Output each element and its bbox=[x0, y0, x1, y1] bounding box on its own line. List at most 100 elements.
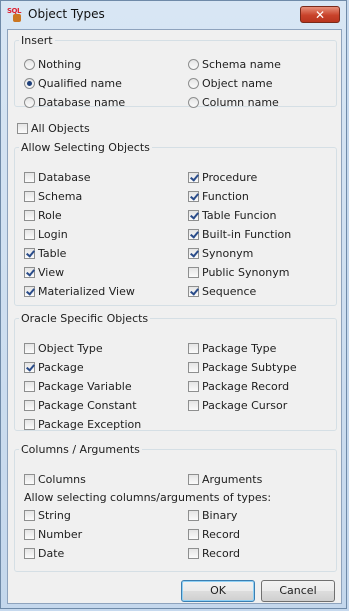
dialog-body: Insert Nothing Schema name Qualified name O… bbox=[7, 29, 342, 604]
package-exception-checkbox[interactable]: Package Exception bbox=[24, 417, 141, 433]
built-in-function-checkbox[interactable]: Built-in Function bbox=[188, 227, 291, 243]
checkbox-box bbox=[24, 361, 35, 373]
checkbox-box bbox=[24, 228, 35, 240]
columns-checkbox[interactable]: Columns bbox=[24, 472, 86, 488]
built-in-function-label: Built-in Function bbox=[202, 228, 292, 241]
checkbox-box bbox=[24, 266, 35, 278]
procedure-label: Procedure bbox=[202, 171, 258, 184]
column-name-label: Column name bbox=[202, 96, 279, 109]
object-name-label: Object name bbox=[202, 77, 273, 90]
materialized-view-label: Materialized View bbox=[38, 285, 135, 298]
package-subtype-checkbox[interactable]: Package Subtype bbox=[188, 360, 297, 376]
oracle-specific-legend: Oracle Specific Objects bbox=[21, 312, 149, 325]
qualified-name-radio[interactable]: Qualified name bbox=[24, 76, 122, 92]
record-checkbox[interactable]: Record bbox=[188, 527, 240, 543]
view-checkbox[interactable]: View bbox=[24, 265, 64, 281]
binary-checkbox[interactable]: Binary bbox=[188, 508, 237, 524]
package-cursor-checkbox[interactable]: Package Cursor bbox=[188, 398, 287, 414]
checkbox-box bbox=[188, 547, 199, 559]
sequence-checkbox[interactable]: Sequence bbox=[188, 284, 256, 300]
package-constant-label: Package Constant bbox=[38, 399, 137, 412]
checkbox-box bbox=[188, 361, 199, 373]
package-subtype-label: Package Subtype bbox=[202, 361, 297, 374]
package-constant-checkbox[interactable]: Package Constant bbox=[24, 398, 137, 414]
checkbox-box bbox=[24, 380, 35, 392]
view-label: View bbox=[38, 266, 65, 279]
columns-arguments-group: Columns / Arguments Columns Arguments Al… bbox=[14, 443, 337, 572]
package-type-checkbox[interactable]: Package Type bbox=[188, 341, 276, 357]
checkbox-box bbox=[188, 209, 199, 221]
function-label: Function bbox=[202, 190, 249, 203]
database-name-label: Database name bbox=[38, 96, 126, 109]
login-label: Login bbox=[38, 228, 68, 241]
all-objects-checkbox[interactable]: All Objects bbox=[17, 121, 90, 137]
record-checkbox[interactable]: Record bbox=[188, 546, 240, 562]
schema-name-radio[interactable]: Schema name bbox=[188, 57, 281, 73]
nothing-label: Nothing bbox=[38, 58, 82, 71]
function-checkbox[interactable]: Function bbox=[188, 189, 249, 205]
string-checkbox[interactable]: String bbox=[24, 508, 71, 524]
types-caption: Allow selecting columns/arguments of typ… bbox=[24, 491, 272, 504]
sequence-label: Sequence bbox=[202, 285, 257, 298]
qualified-name-label: Qualified name bbox=[38, 77, 122, 90]
login-checkbox[interactable]: Login bbox=[24, 227, 68, 243]
procedure-checkbox[interactable]: Procedure bbox=[188, 170, 257, 186]
table-funcion-checkbox[interactable]: Table Funcion bbox=[188, 208, 276, 224]
role-checkbox[interactable]: Role bbox=[24, 208, 62, 224]
object-type-label: Object Type bbox=[38, 342, 103, 355]
synonym-checkbox[interactable]: Synonym bbox=[188, 246, 253, 262]
package-record-checkbox[interactable]: Package Record bbox=[188, 379, 289, 395]
title-bar[interactable]: SQL Object Types ✕ bbox=[1, 1, 346, 29]
checkbox-box bbox=[24, 285, 35, 297]
radio-circle bbox=[188, 96, 199, 108]
allow-selecting-legend: Allow Selecting Objects bbox=[21, 141, 150, 154]
arguments-checkbox[interactable]: Arguments bbox=[188, 472, 262, 488]
database-label: Database bbox=[38, 171, 91, 184]
schema-name-label: Schema name bbox=[202, 58, 281, 71]
object-types-dialog: SQL Object Types ✕ Insert Nothing Schema … bbox=[0, 0, 347, 609]
radio-circle bbox=[188, 77, 199, 89]
role-label: Role bbox=[38, 209, 62, 222]
binary-label: Binary bbox=[202, 509, 238, 522]
date-label: Date bbox=[38, 547, 65, 560]
materialized-view-checkbox[interactable]: Materialized View bbox=[24, 284, 135, 300]
synonym-label: Synonym bbox=[202, 247, 254, 260]
object-name-radio[interactable]: Object name bbox=[188, 76, 273, 92]
checkbox-box bbox=[24, 342, 35, 354]
package-type-label: Package Type bbox=[202, 342, 277, 355]
checkbox-box bbox=[188, 247, 199, 259]
database-name-radio[interactable]: Database name bbox=[24, 95, 125, 111]
checkbox-box bbox=[24, 528, 35, 540]
package-record-label: Package Record bbox=[202, 380, 290, 393]
nothing-radio[interactable]: Nothing bbox=[24, 57, 81, 73]
insert-legend: Insert bbox=[21, 34, 53, 47]
cancel-button[interactable]: Cancel bbox=[261, 580, 335, 602]
checkbox-box bbox=[188, 473, 199, 485]
package-exception-label: Package Exception bbox=[38, 418, 142, 431]
table-funcion-label: Table Funcion bbox=[202, 209, 277, 222]
column-name-radio[interactable]: Column name bbox=[188, 95, 279, 111]
object-type-checkbox[interactable]: Object Type bbox=[24, 341, 103, 357]
date-checkbox[interactable]: Date bbox=[24, 546, 64, 562]
package-variable-checkbox[interactable]: Package Variable bbox=[24, 379, 132, 395]
public-synonym-label: Public Synonym bbox=[202, 266, 290, 279]
checkbox-box bbox=[24, 547, 35, 559]
arguments-label: Arguments bbox=[202, 473, 263, 486]
insert-group: Insert Nothing Schema name Qualified name O… bbox=[14, 34, 337, 109]
ok-button[interactable]: OK bbox=[181, 580, 255, 602]
database-checkbox[interactable]: Database bbox=[24, 170, 91, 186]
table-checkbox[interactable]: Table bbox=[24, 246, 66, 262]
checkbox-box bbox=[24, 190, 35, 202]
checkbox-box bbox=[188, 509, 199, 521]
public-synonym-checkbox[interactable]: Public Synonym bbox=[188, 265, 289, 281]
number-checkbox[interactable]: Number bbox=[24, 527, 82, 543]
columns-arguments-legend: Columns / Arguments bbox=[21, 443, 140, 456]
package-checkbox[interactable]: Package bbox=[24, 360, 84, 376]
record-label: Record bbox=[202, 528, 241, 541]
checkbox-box bbox=[188, 190, 199, 202]
schema-checkbox[interactable]: Schema bbox=[24, 189, 82, 205]
checkbox-box bbox=[24, 399, 35, 411]
close-button[interactable]: ✕ bbox=[300, 6, 340, 23]
dialog-title: Object Types bbox=[28, 7, 105, 21]
checkbox-box bbox=[188, 528, 199, 540]
